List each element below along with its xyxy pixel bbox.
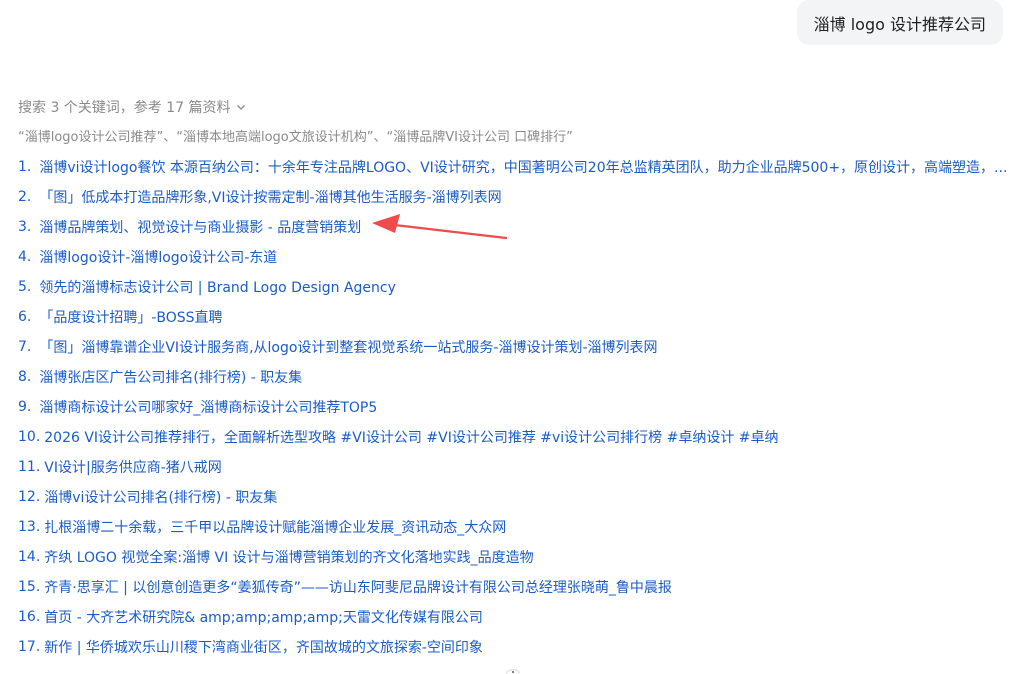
red-arrow-annotation [372,214,508,240]
reference-item[interactable]: 13. 扎根淄博二十余载，三千甲以品牌设计赋能淄博企业发展_资讯动态_大众网 [18,512,1008,542]
reference-link[interactable]: 淄博商标设计公司哪家好_淄博商标设计公司推荐TOP5 [39,397,377,417]
reference-item[interactable]: 11. VI设计|服务供应商-猪八戒网 [18,452,1008,482]
reference-link[interactable]: 淄博vi设计logo餐饮 本源百纳公司：十余年专注品牌LOGO、VI设计研究，中… [39,157,1007,177]
reference-link[interactable]: 新作 | 华侨城欢乐山川稷下湾商业街区，齐国故城的文旅探索-空间印象 [44,637,483,657]
reference-number: 1. [18,159,32,175]
reference-number: 4. [18,249,32,265]
user-query-text: 淄博 logo 设计推荐公司 [813,14,986,34]
reference-item[interactable]: 6. 「品度设计招聘」-BOSS直聘 [18,302,1008,332]
reference-link[interactable]: 「图」低成本打造品牌形象,VI设计按需定制-淄博其他生活服务-淄博列表网 [39,187,501,207]
reference-item[interactable]: 10. 2026 VI设计公司推荐排行，全面解析选型攻略 #VI设计公司 #VI设… [18,422,1008,452]
reference-link[interactable]: 首页 - 大齐艺术研究院& amp;amp;amp;amp;天雷文化传媒有限公司 [44,607,483,627]
reference-link[interactable]: 扎根淄博二十余载，三千甲以品牌设计赋能淄博企业发展_资讯动态_大众网 [44,517,506,537]
reference-link[interactable]: 淄博品牌策划、视觉设计与商业摄影 - 品度营销策划 [39,217,361,237]
reference-item[interactable]: 7. 「图」淄博靠谱企业VI设计服务商,从logo设计到整套视觉系统一站式服务-淄… [18,332,1008,362]
reference-link[interactable]: 「图」淄博靠谱企业VI设计服务商,从logo设计到整套视觉系统一站式服务-淄博设… [39,337,657,357]
reference-item[interactable]: 17. 新作 | 华侨城欢乐山川稷下湾商业街区，齐国故城的文旅探索-空间印象 [18,632,1008,662]
reference-number: 5. [18,279,32,295]
reference-number: 3. [18,219,32,235]
reference-number: 11. [18,459,41,475]
chevron-down-icon [236,105,245,110]
search-summary-toggle[interactable]: 搜索 3 个关键词，参考 17 篇资料 [18,97,247,117]
reference-link[interactable]: 齐纨 LOGO 视觉全案:淄博 VI 设计与淄博营销策划的齐文化落地实践_品度造… [44,547,533,567]
reference-item[interactable]: 14. 齐纨 LOGO 视觉全案:淄博 VI 设计与淄博营销策划的齐文化落地实践_… [18,542,1008,572]
reference-number: 7. [18,339,32,355]
reference-item[interactable]: 16. 首页 - 大齐艺术研究院& amp;amp;amp;amp;天雷文化传媒有… [18,602,1008,632]
reference-link[interactable]: 领先的淄博标志设计公司 | Brand Logo Design Agency [39,277,396,297]
chat-page: 淄博 logo 设计推荐公司 搜索 3 个关键词，参考 17 篇资料 “淄博lo… [0,0,1010,674]
user-query-bubble: 淄博 logo 设计推荐公司 [796,0,1003,45]
reference-item[interactable]: 5. 领先的淄博标志设计公司 | Brand Logo Design Agency [18,272,1008,302]
reference-number: 2. [18,189,32,205]
reference-item[interactable]: 12. 淄博vi设计公司排名(排行榜) - 职友集 [18,482,1008,512]
reference-link[interactable]: 「品度设计招聘」-BOSS直聘 [39,307,222,327]
search-summary-text: 搜索 3 个关键词，参考 17 篇资料 [18,100,231,116]
reference-item[interactable]: 15. 齐青·思享汇 | 以创意创造更多“姜狐传奇”——访山东阿斐尼品牌设计有限公… [18,572,1008,602]
reference-link[interactable]: 淄博vi设计公司排名(排行榜) - 职友集 [44,487,277,507]
reference-number: 9. [18,399,32,415]
reference-item[interactable]: 1. 淄博vi设计logo餐饮 本源百纳公司：十余年专注品牌LOGO、VI设计研究… [18,152,1008,182]
reference-item[interactable]: 2. 「图」低成本打造品牌形象,VI设计按需定制-淄博其他生活服务-淄博列表网 [18,182,1008,212]
reference-link[interactable]: VI设计|服务供应商-猪八戒网 [44,457,221,477]
reference-number: 8. [18,369,32,385]
reference-item[interactable]: 9. 淄博商标设计公司哪家好_淄博商标设计公司推荐TOP5 [18,392,1008,422]
reference-number: 14. [18,549,41,565]
scroll-hint-icon[interactable] [505,666,521,674]
reference-link[interactable]: 齐青·思享汇 | 以创意创造更多“姜狐传奇”——访山东阿斐尼品牌设计有限公司总经… [44,577,672,597]
reference-number: 15. [18,579,41,595]
reference-link[interactable]: 淄博logo设计-淄博logo设计公司-东道 [39,247,277,267]
reference-list: 1. 淄博vi设计logo餐饮 本源百纳公司：十余年专注品牌LOGO、VI设计研究… [18,152,1008,662]
reference-item[interactable]: 3. 淄博品牌策划、视觉设计与商业摄影 - 品度营销策划 [18,212,1008,242]
reference-item[interactable]: 4. 淄博logo设计-淄博logo设计公司-东道 [18,242,1008,272]
reference-number: 12. [18,489,41,505]
reference-item[interactable]: 8. 淄博张店区广告公司排名(排行榜) - 职友集 [18,362,1008,392]
reference-number: 10. [18,429,41,445]
reference-number: 17. [18,639,41,655]
reference-number: 13. [18,519,41,535]
reference-number: 6. [18,309,32,325]
search-keywords: “淄博logo设计公司推荐”、“淄博本地高端logo文旅设计机构”、“淄博品牌V… [18,130,573,145]
reference-number: 16. [18,609,41,625]
reference-link[interactable]: 淄博张店区广告公司排名(排行榜) - 职友集 [39,367,302,387]
reference-link[interactable]: 2026 VI设计公司推荐排行，全面解析选型攻略 #VI设计公司 #VI设计公司… [44,427,778,447]
